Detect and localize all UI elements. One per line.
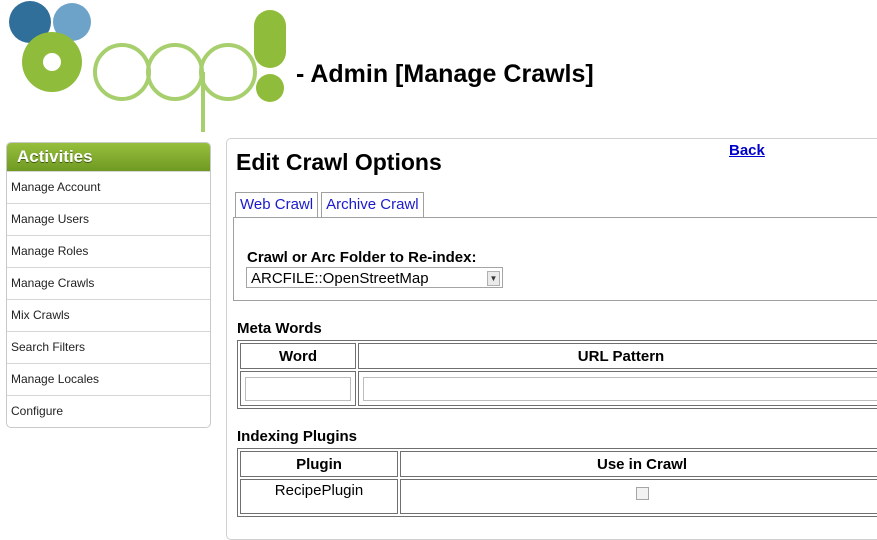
sidebar-item-manage-users[interactable]: Manage Users (7, 203, 210, 235)
column-header-plugin: Plugin (240, 451, 398, 477)
crawl-folder-label: Crawl or Arc Folder to Re-index: (247, 249, 477, 266)
use-in-crawl-cell (400, 479, 877, 514)
column-header-use-in-crawl: Use in Crawl (400, 451, 877, 477)
activities-sidebar: Activities Manage Account Manage Users M… (6, 142, 211, 428)
logo-exclaim-bar (254, 10, 286, 68)
tab-archive-crawl[interactable]: Archive Crawl (321, 192, 424, 218)
url-pattern-input[interactable] (363, 376, 877, 401)
crawl-tabs: Web Crawl Archive Crawl (235, 192, 427, 218)
column-header-url-pattern: URL Pattern (358, 343, 877, 369)
sidebar-item-manage-locales[interactable]: Manage Locales (7, 363, 210, 395)
sidebar-item-mix-crawls[interactable]: Mix Crawls (7, 299, 210, 331)
activities-heading: Activities (7, 143, 210, 171)
indexing-plugins-table: Plugin Use in Crawl RecipePlugin (237, 448, 877, 517)
sidebar-item-manage-roles[interactable]: Manage Roles (7, 235, 210, 267)
sidebar-item-configure[interactable]: Configure (7, 395, 210, 427)
logo-o-2 (146, 43, 204, 101)
section-heading: Edit Crawl Options (236, 149, 442, 175)
word-cell (240, 371, 356, 406)
meta-words-table: Word URL Pattern (237, 340, 877, 409)
table-row: RecipePlugin (240, 479, 877, 514)
meta-words-title: Meta Words (237, 320, 322, 337)
yioop-logo (9, 1, 286, 132)
tab-web-crawl[interactable]: Web Crawl (235, 192, 319, 217)
word-input[interactable] (245, 376, 351, 401)
back-link[interactable]: Back (729, 142, 765, 159)
plugin-name-cell: RecipePlugin (240, 479, 398, 514)
edit-crawl-panel: Edit Crawl Options Back Web Crawl Archiv… (226, 138, 877, 540)
chevron-down-icon[interactable]: ▼ (487, 271, 500, 286)
logo-y-center (43, 53, 61, 71)
logo-exclaim-dot (256, 74, 284, 102)
indexing-plugins-title: Indexing Plugins (237, 428, 358, 445)
sidebar-item-manage-crawls[interactable]: Manage Crawls (7, 267, 210, 299)
logo-p-bowl (199, 43, 257, 101)
logo-o-1 (93, 43, 151, 101)
url-pattern-cell (358, 371, 877, 406)
sidebar-item-manage-account[interactable]: Manage Account (7, 171, 210, 203)
page-title: - Admin [Manage Crawls] (296, 60, 594, 88)
archive-crawl-panel: Crawl or Arc Folder to Re-index: ARCFILE… (233, 217, 877, 301)
column-header-word: Word (240, 343, 356, 369)
crawl-folder-value: ARCFILE::OpenStreetMap (251, 270, 429, 287)
crawl-folder-select[interactable]: ARCFILE::OpenStreetMap ▼ (246, 267, 503, 288)
use-in-crawl-checkbox[interactable] (635, 487, 649, 500)
table-row (240, 371, 877, 406)
sidebar-item-search-filters[interactable]: Search Filters (7, 331, 210, 363)
